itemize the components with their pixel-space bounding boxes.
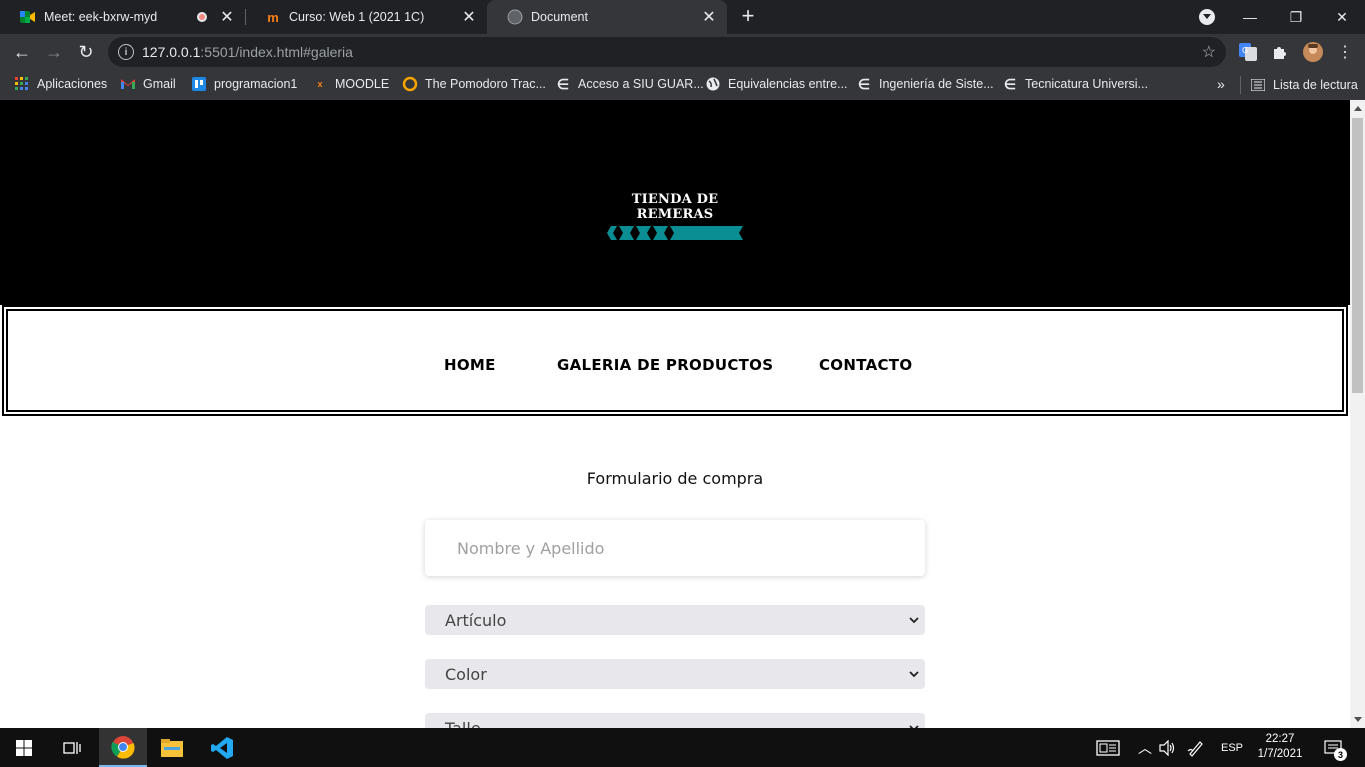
logo-text: TIENDA DE REMERAS	[631, 192, 719, 222]
moodle-icon: m	[267, 9, 279, 25]
select-value: Talle	[445, 718, 481, 729]
bookmark-siu-guarani[interactable]: ∈ Acceso a SIU GUAR...	[555, 76, 704, 92]
extensions-puzzle-icon[interactable]	[1269, 41, 1291, 63]
restore-button[interactable]: ❐	[1273, 0, 1319, 34]
windows-taskbar: ︿ ESP 22:27 1/7/2021 3	[0, 728, 1365, 767]
bookmarks-overflow-button[interactable]: »	[1217, 76, 1225, 92]
bookmark-star-icon[interactable]: ☆	[1202, 42, 1216, 62]
reload-icon[interactable]: ↻	[72, 38, 100, 66]
scroll-down-arrow-icon[interactable]	[1354, 717, 1362, 722]
chevron-down-icon	[909, 667, 919, 681]
talle-select[interactable]: Talle	[425, 713, 925, 728]
volume-icon[interactable]	[1159, 728, 1177, 767]
google-meet-icon	[20, 9, 36, 25]
e-icon: ∈	[556, 75, 570, 92]
globe-icon	[705, 76, 721, 92]
color-select[interactable]: Color	[425, 659, 925, 689]
pomodoro-icon	[402, 76, 418, 92]
chevron-down-icon	[909, 721, 919, 728]
trello-icon	[191, 76, 207, 92]
chevron-down-icon	[909, 613, 919, 627]
bookmark-moodle[interactable]: x MOODLE	[312, 76, 389, 92]
nav-galeria-link[interactable]: GALERIA DE PRODUCTOS	[557, 356, 773, 374]
recording-icon	[197, 12, 207, 22]
pen-icon[interactable]	[1187, 728, 1205, 767]
tab-title: Document	[531, 10, 588, 24]
page-scrollbar[interactable]	[1350, 100, 1365, 728]
globe-icon	[507, 9, 523, 25]
window-close-button[interactable]: ✕	[1319, 0, 1365, 34]
e-icon: ∈	[857, 75, 871, 92]
tab-curso[interactable]: m Curso: Web 1 (2021 1C) ✕	[245, 0, 487, 34]
apps-grid-icon	[14, 76, 30, 92]
close-icon[interactable]: ✕	[699, 7, 719, 27]
task-view-icon[interactable]	[48, 728, 96, 767]
bookmarks-bar: Aplicaciones Gmail programacion1 x MOODL…	[0, 70, 1365, 100]
svg-text:G: G	[1242, 46, 1248, 55]
scroll-up-arrow-icon[interactable]	[1354, 106, 1362, 111]
e-icon: ∈	[1003, 75, 1017, 92]
url-text: 127.0.0.1:5501/index.html#galeria	[142, 44, 353, 60]
select-value: Color	[445, 664, 487, 684]
bookmark-tecnicatura[interactable]: ∈ Tecnicatura Universi...	[1002, 76, 1148, 92]
bookmark-equivalencias[interactable]: Equivalencias entre...	[705, 76, 848, 92]
page-viewport: TIENDA DE REMERAS HOME GALERIA DE PRODUC…	[0, 100, 1350, 728]
browser-toolbar: ← → ↻ i 127.0.0.1:5501/index.html#galeri…	[0, 34, 1365, 70]
new-tab-button[interactable]: +	[736, 5, 760, 29]
select-value: Artículo	[445, 610, 507, 630]
tab-search-button[interactable]	[1199, 9, 1215, 25]
store-logo[interactable]: TIENDA DE REMERAS	[600, 192, 750, 240]
forward-arrow-icon[interactable]: →	[40, 38, 68, 66]
bookmark-pomodoro[interactable]: The Pomodoro Trac...	[402, 76, 546, 92]
close-icon[interactable]: ✕	[217, 7, 237, 27]
back-arrow-icon[interactable]: ←	[8, 38, 36, 66]
bookmark-aplicaciones[interactable]: Aplicaciones	[14, 76, 107, 92]
reading-list-button[interactable]: Lista de lectura	[1240, 76, 1358, 94]
articulo-select[interactable]: Artículo	[425, 605, 925, 635]
logo-arrows-icon	[607, 226, 743, 240]
tab-title: Meet: eek-bxrw-myd	[44, 10, 158, 24]
tab-meet[interactable]: Meet: eek-bxrw-myd ✕	[0, 0, 245, 34]
tab-document[interactable]: Document ✕	[487, 0, 727, 34]
vscode-icon[interactable]	[198, 728, 246, 767]
header-banner: TIENDA DE REMERAS	[0, 100, 1350, 305]
bookmark-gmail[interactable]: Gmail	[120, 76, 176, 92]
close-icon[interactable]: ✕	[459, 7, 479, 27]
clock[interactable]: 22:27 1/7/2021	[1252, 732, 1308, 762]
language-indicator[interactable]: ESP	[1221, 728, 1243, 767]
name-input[interactable]	[425, 520, 925, 576]
form-title: Formulario de compra	[586, 469, 764, 488]
scroll-thumb[interactable]	[1352, 118, 1363, 393]
bookmark-programacion1[interactable]: programacion1	[191, 76, 297, 92]
tab-title: Curso: Web 1 (2021 1C)	[289, 10, 425, 24]
minimize-button[interactable]: —	[1227, 0, 1273, 34]
reading-list-icon	[1250, 77, 1266, 93]
windows-start-icon[interactable]	[0, 728, 48, 767]
file-explorer-icon[interactable]	[148, 728, 196, 767]
gmail-icon	[120, 76, 136, 92]
main-nav: HOME GALERIA DE PRODUCTOS CONTACTO	[2, 305, 1348, 416]
info-icon[interactable]: i	[118, 44, 134, 60]
chrome-taskbar-icon[interactable]	[99, 728, 147, 767]
google-translate-icon[interactable]: G	[1237, 41, 1259, 63]
notification-count-badge: 3	[1334, 748, 1347, 761]
address-bar[interactable]: i 127.0.0.1:5501/index.html#galeria ☆	[108, 37, 1226, 67]
chevron-up-icon[interactable]: ︿	[1138, 728, 1152, 767]
nav-home-link[interactable]: HOME	[444, 356, 496, 374]
kebab-menu-icon[interactable]: ⋮	[1334, 41, 1356, 63]
profile-avatar[interactable]	[1302, 41, 1324, 63]
tab-strip: Meet: eek-bxrw-myd ✕ m Curso: Web 1 (202…	[0, 0, 1365, 34]
nav-contacto-link[interactable]: CONTACTO	[819, 356, 912, 374]
bookmark-ingenieria[interactable]: ∈ Ingeniería de Siste...	[856, 76, 994, 92]
moodle-icon: x	[317, 79, 323, 89]
news-icon[interactable]	[1096, 728, 1120, 767]
